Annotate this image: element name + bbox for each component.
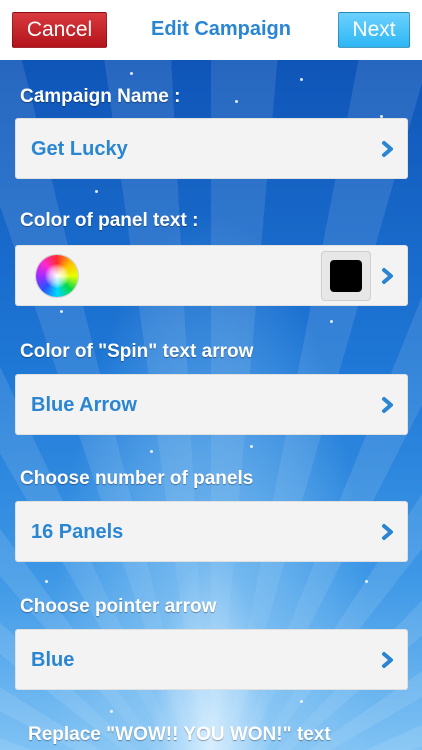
panel-text-color-label: Color of panel text : xyxy=(20,210,199,231)
navigation-bar: Cancel Edit Campaign Next xyxy=(0,0,422,60)
panel-text-color-row[interactable] xyxy=(15,245,408,306)
spin-arrow-color-label: Color of "Spin" text arrow xyxy=(20,341,254,362)
campaign-name-row[interactable]: Get Lucky xyxy=(15,118,408,179)
chevron-right-icon xyxy=(382,268,393,284)
replace-text-label: Replace "WOW!! YOU WON!" text xyxy=(28,724,331,745)
chevron-right-icon xyxy=(382,397,393,413)
chevron-right-icon xyxy=(382,652,393,668)
panel-count-row[interactable]: 16 Panels xyxy=(15,501,408,562)
cancel-button[interactable]: Cancel xyxy=(12,12,107,48)
chevron-right-icon xyxy=(382,141,393,157)
panel-count-value: 16 Panels xyxy=(31,521,124,543)
chevron-right-icon xyxy=(382,524,393,540)
spin-arrow-color-row[interactable]: Blue Arrow xyxy=(15,374,408,435)
panel-count-label: Choose number of panels xyxy=(20,468,254,489)
pointer-arrow-value: Blue xyxy=(31,649,75,671)
page-title: Edit Campaign xyxy=(150,18,291,40)
color-wheel-icon xyxy=(36,255,78,297)
pointer-arrow-row[interactable]: Blue xyxy=(15,629,408,690)
campaign-name-value: Get Lucky xyxy=(31,138,128,160)
color-swatch xyxy=(321,251,371,301)
spin-arrow-color-value: Blue Arrow xyxy=(31,394,137,416)
selected-color xyxy=(330,260,362,292)
campaign-name-label: Campaign Name : xyxy=(20,86,181,107)
pointer-arrow-label: Choose pointer arrow xyxy=(20,596,217,617)
next-button[interactable]: Next xyxy=(338,12,410,48)
